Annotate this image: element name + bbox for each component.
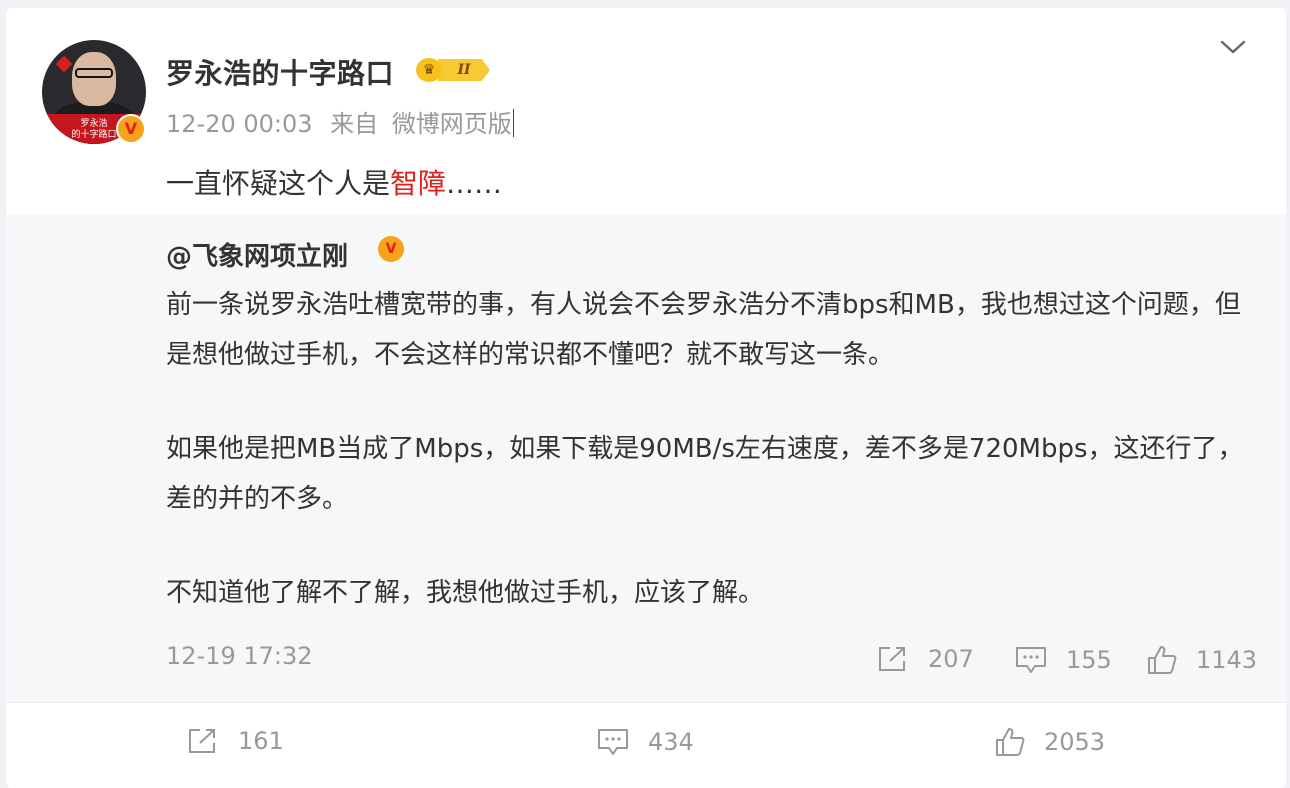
repost-paragraph: 不知道他了解不了解，我想他做过手机，应该了解。 <box>166 578 765 608</box>
divider <box>6 702 1286 703</box>
like-icon <box>996 728 1025 756</box>
comment-button[interactable]: 434 <box>596 726 694 758</box>
comment-icon <box>1016 647 1046 673</box>
repost-date[interactable]: 12-19 17:32 <box>166 642 313 670</box>
chevron-down-icon[interactable] <box>1218 36 1248 60</box>
like-button[interactable]: 2053 <box>994 726 1105 758</box>
repost-share-count: 207 <box>928 645 974 673</box>
repost-share-button[interactable]: 207 <box>876 644 974 674</box>
post-text-before: 一直怀疑这个人是 <box>166 167 391 200</box>
repost-paragraph: 如果他是把MB当成了Mbps，如果下载是90MB/s左右速度，差不多是720Mb… <box>166 434 1244 514</box>
share-button[interactable]: 161 <box>186 726 284 756</box>
comment-count: 434 <box>648 728 694 756</box>
repost-like-count: 1143 <box>1196 646 1258 674</box>
text-cursor <box>512 109 514 137</box>
share-count: 161 <box>238 727 284 755</box>
repost-author[interactable]: @飞象网项立刚 <box>166 236 348 273</box>
post-text-highlight: 智障 <box>390 167 447 200</box>
source-prefix: 来自 <box>330 110 379 138</box>
post-meta: 12-20 00:03 来自 微博网页版 <box>166 104 514 139</box>
author-name[interactable]: 罗永浩的十字路口 <box>166 52 394 92</box>
crown-icon: ♛ <box>416 58 442 82</box>
avatar-glasses <box>75 68 113 78</box>
repost-comment-count: 155 <box>1066 646 1112 674</box>
comment-icon <box>598 729 628 755</box>
avatar-star-icon <box>55 55 73 73</box>
share-icon <box>189 729 215 753</box>
avatar-face <box>72 52 116 106</box>
weibo-post-card: 罗永浩 的十字路口 V 罗永浩的十字路口 II ♛ 12-20 00:03 来自… <box>6 8 1286 788</box>
verified-badge-icon: V <box>116 114 146 144</box>
member-rank-badge[interactable]: II ♛ <box>416 56 494 84</box>
post-text-after: …… <box>446 167 503 200</box>
repost-paragraph: 前一条说罗永浩吐槽宽带的事，有人说会不会罗永浩分不清bps和MB，我也想过这个问… <box>166 290 1241 370</box>
repost-like-button[interactable]: 1143 <box>1146 644 1257 676</box>
like-icon <box>1148 646 1177 674</box>
post-source: 微博网页版 <box>391 110 512 138</box>
repost-comment-button[interactable]: 155 <box>1014 644 1112 676</box>
post-text: 一直怀疑这个人是智障…… <box>166 162 502 202</box>
reposted-content[interactable]: @飞象网项立刚 V 前一条说罗永浩吐槽宽带的事，有人说会不会罗永浩分不清bps和… <box>6 214 1286 702</box>
rank-level: II <box>438 59 490 81</box>
like-count: 2053 <box>1044 728 1106 756</box>
repost-verified-badge-icon: V <box>378 236 404 262</box>
share-icon <box>879 647 905 671</box>
post-timestamp[interactable]: 12-20 00:03 <box>166 110 313 138</box>
